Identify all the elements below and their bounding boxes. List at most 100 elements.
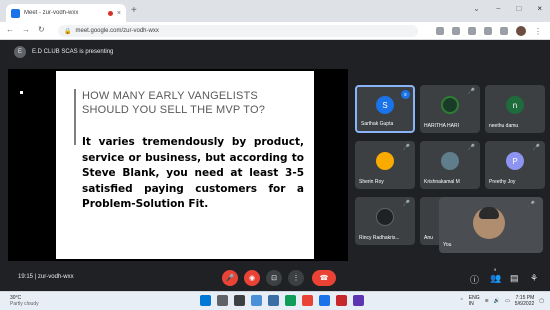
tab-search-button[interactable]: ⌄ bbox=[473, 4, 480, 13]
minimize-button[interactable]: − bbox=[496, 4, 501, 13]
shared-slide: HOW MANY EARLY VANGELISTS SHOULD YOU SEL… bbox=[56, 71, 314, 259]
address-bar-row: ← → ↻ 🔒 meet.google.com/zur-vodh-wxx ⋮ bbox=[0, 22, 550, 40]
participant-name: HARITHA HARI bbox=[424, 123, 460, 129]
maximize-button[interactable]: □ bbox=[516, 4, 521, 13]
window-controls: ⌄ − □ × bbox=[473, 4, 542, 13]
search-icon[interactable] bbox=[217, 295, 228, 306]
tray-chevron-icon[interactable]: ⌃ bbox=[460, 298, 464, 304]
new-tab-button[interactable]: + bbox=[131, 5, 137, 16]
participant-tile[interactable]: n neethu damu bbox=[485, 85, 545, 133]
mic-off-icon: 🎤 bbox=[467, 89, 475, 95]
mic-off-icon: 🎤 bbox=[402, 201, 410, 207]
slide-heading: HOW MANY EARLY VANGELISTS SHOULD YOU SEL… bbox=[82, 90, 266, 116]
close-window-button[interactable]: × bbox=[537, 4, 542, 13]
forward-arrow-icon[interactable]: → bbox=[22, 25, 30, 34]
participant-tile[interactable]: 🎤 Rincy Radhakris... bbox=[355, 197, 415, 245]
participant-name: Sherin Roy bbox=[359, 179, 384, 185]
reload-icon[interactable]: ↻ bbox=[38, 25, 45, 34]
presenting-banner: E E.D CLUB SCAS is presenting bbox=[0, 41, 550, 63]
participant-name: Rincy Radhakris... bbox=[359, 235, 400, 241]
extensions-icon[interactable] bbox=[484, 27, 492, 35]
participant-tile[interactable]: S ≡ Sarthak Gupta bbox=[355, 85, 415, 133]
notification-icon[interactable]: ▢ bbox=[539, 298, 544, 304]
mic-off-icon: 🎤 bbox=[532, 145, 540, 151]
meeting-info: 19:15 | zur-vodh-wxx bbox=[18, 274, 74, 280]
start-icon[interactable] bbox=[200, 295, 211, 306]
stage-marker bbox=[20, 91, 23, 94]
recording-indicator-icon bbox=[107, 10, 113, 16]
presenting-text: E.D CLUB SCAS is presenting bbox=[32, 49, 114, 55]
mic-toggle-button[interactable]: 🎤 bbox=[222, 270, 238, 286]
meeting-time: 19:15 bbox=[18, 274, 34, 280]
participant-name: Anu bbox=[424, 235, 433, 241]
participant-avatar bbox=[376, 208, 394, 227]
battery-icon[interactable]: ▭ bbox=[505, 298, 510, 304]
participant-name: Preethy Joy bbox=[489, 179, 516, 185]
url-input[interactable]: 🔒 meet.google.com/zur-vodh-wxx bbox=[58, 25, 418, 37]
clock-date: 5/6/2022 bbox=[514, 301, 535, 307]
participant-tile[interactable]: 🎤 Krishnakamal M bbox=[420, 141, 480, 189]
chat-app-icon[interactable] bbox=[268, 295, 279, 306]
task-view-icon[interactable] bbox=[234, 295, 245, 306]
self-name: You bbox=[443, 242, 452, 248]
participant-avatar bbox=[376, 152, 394, 171]
app-icon[interactable] bbox=[353, 295, 364, 306]
screen: Meet - zur-vodh-wxx × + ⌄ − □ × ← → ↻ 🔒 … bbox=[0, 0, 550, 310]
tab-close-button[interactable]: × bbox=[117, 10, 121, 17]
activities-icon[interactable]: ⚘ bbox=[530, 273, 538, 284]
presentation-stage: HOW MANY EARLY VANGELISTS SHOULD YOU SEL… bbox=[8, 69, 348, 261]
meeting-controls: 19:15 | zur-vodh-wxx 🎤 ◉ ⊡ ⋮ ☎ ⓘ 9 👥 ▤ ⚘ bbox=[0, 265, 550, 291]
share-icon[interactable] bbox=[452, 27, 460, 35]
meeting-details-icon[interactable]: ⓘ bbox=[470, 273, 479, 286]
chat-icon[interactable]: ▤ bbox=[510, 273, 519, 284]
browser-tab-bar: Meet - zur-vodh-wxx × + ⌄ − □ × bbox=[0, 0, 550, 22]
tab-title: Meet - zur-vodh-wxx bbox=[24, 10, 79, 16]
nav-buttons: ← → ↻ bbox=[6, 25, 45, 34]
meet-favicon-icon bbox=[11, 8, 20, 18]
people-icon[interactable]: 👥 bbox=[490, 273, 501, 284]
participant-tile[interactable]: 🎤 HARITHA HARI bbox=[420, 85, 480, 133]
self-view-tile[interactable]: 🎤 You bbox=[439, 197, 543, 253]
bookmark-star-icon[interactable] bbox=[468, 27, 476, 35]
region-code: IN bbox=[468, 301, 474, 307]
lock-icon: 🔒 bbox=[64, 28, 72, 35]
participant-avatar: n bbox=[506, 96, 524, 115]
os-taskbar: 30°C Partly cloudy ⌃ ENG IN ≋ 🔊 ▭ 7:15 P… bbox=[0, 291, 550, 310]
browser-menu-icon[interactable]: ⋮ bbox=[534, 27, 542, 36]
widgets-icon[interactable] bbox=[251, 295, 262, 306]
leave-call-button[interactable]: ☎ bbox=[312, 270, 336, 286]
profile-avatar[interactable] bbox=[516, 26, 526, 36]
taskbar-clock[interactable]: 7:15 PM 5/6/2022 bbox=[515, 295, 534, 307]
taskbar-apps bbox=[200, 295, 364, 306]
mic-off-icon: 🎤 bbox=[527, 202, 535, 208]
mic-off-icon: 🎤 bbox=[402, 145, 410, 151]
system-tray: ⌃ ENG IN ≋ 🔊 ▭ 7:15 PM 5/6/2022 ▢ bbox=[460, 295, 544, 307]
camera-indicator-icon[interactable] bbox=[436, 27, 444, 35]
edge-icon[interactable] bbox=[285, 295, 296, 306]
language-indicator[interactable]: ENG IN bbox=[469, 295, 480, 307]
camera-toggle-button[interactable]: ◉ bbox=[244, 270, 260, 286]
app-icon[interactable] bbox=[336, 295, 347, 306]
mic-off-icon: 🎤 bbox=[467, 145, 475, 151]
participant-name: neethu damu bbox=[489, 123, 519, 129]
media-control-icon[interactable] bbox=[500, 27, 508, 35]
browser-tab[interactable]: Meet - zur-vodh-wxx × bbox=[6, 4, 126, 22]
people-count-badge: 9 bbox=[494, 267, 497, 272]
participant-tile[interactable]: P 🎤 Preethy Joy bbox=[485, 141, 545, 189]
store-icon[interactable] bbox=[319, 295, 330, 306]
present-now-button[interactable]: ⊡ bbox=[266, 270, 282, 286]
participant-tile[interactable]: 🎤 Sherin Roy bbox=[355, 141, 415, 189]
participant-avatar: P bbox=[506, 152, 524, 171]
participant-avatar bbox=[441, 96, 459, 115]
presenter-avatar: E bbox=[14, 46, 26, 58]
wifi-icon[interactable]: ≋ bbox=[485, 298, 489, 304]
chrome-icon[interactable] bbox=[302, 295, 313, 306]
extension-area: ⋮ bbox=[436, 26, 542, 36]
participant-avatar: S bbox=[376, 96, 394, 115]
weather-widget[interactable]: 30°C Partly cloudy bbox=[10, 295, 39, 307]
back-arrow-icon[interactable]: ← bbox=[6, 25, 14, 34]
participant-name: Krishnakamal M bbox=[424, 179, 460, 185]
more-options-button[interactable]: ⋮ bbox=[288, 270, 304, 286]
slide-accent-bar bbox=[74, 89, 76, 145]
volume-icon[interactable]: 🔊 bbox=[494, 298, 500, 304]
